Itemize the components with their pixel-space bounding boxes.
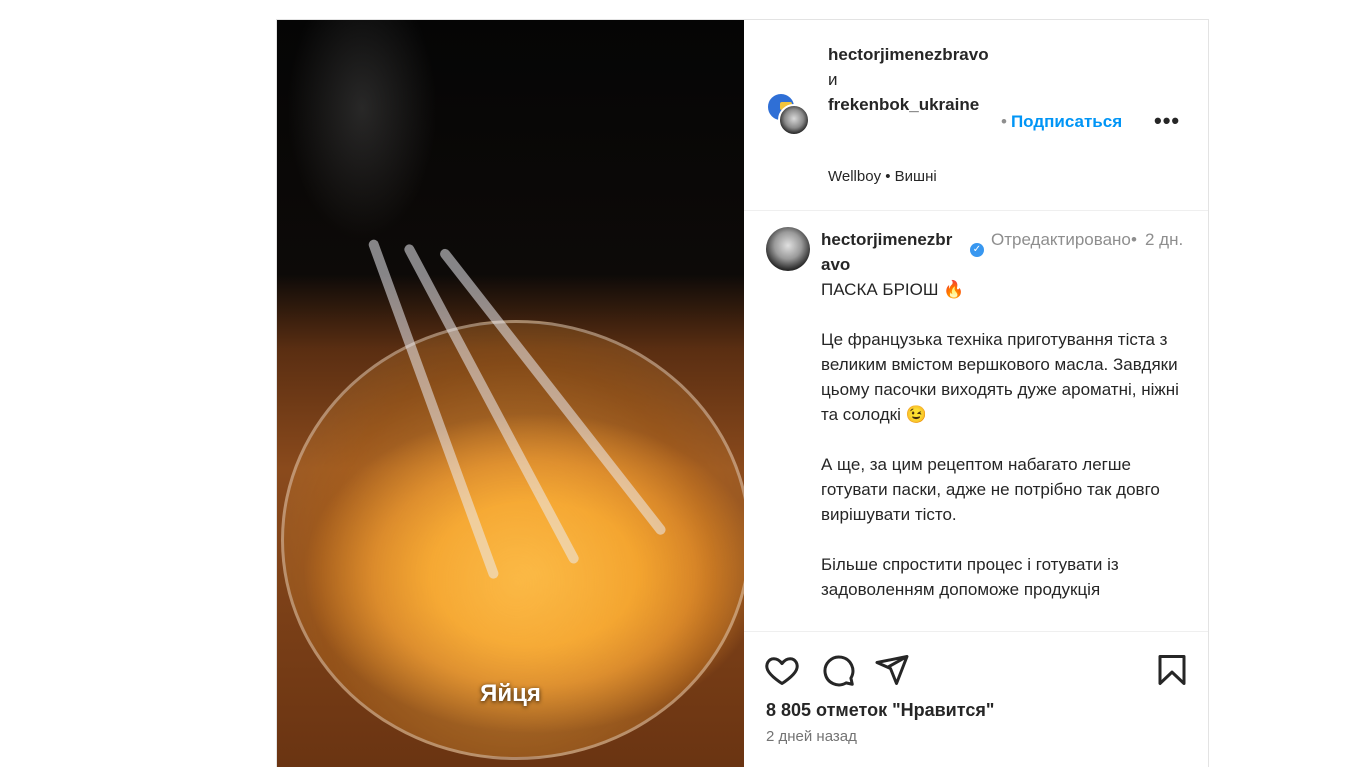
collab-names: hectorjimenezbravo и frekenbok_ukraine (828, 42, 998, 117)
comment-paragraph: Це французька техніка приготування тіста… (821, 330, 1179, 424)
edited-label: Отредактировано (991, 230, 1131, 249)
collab-avatars[interactable] (766, 92, 812, 138)
post-date[interactable]: 2 дней назад (766, 728, 857, 745)
video-caption: Яйця (480, 680, 541, 707)
audio-link[interactable]: Wellboy • Вишні (828, 168, 937, 185)
caption-comment: hectorjimenezbravo ✓ Отредактировано • 2… (744, 211, 1208, 631)
follow-button[interactable]: • Подписаться (1001, 112, 1122, 132)
comment-username[interactable]: hectorjimenezbravo (821, 227, 961, 277)
send-icon[interactable] (874, 652, 910, 688)
comment-icon[interactable] (820, 652, 856, 688)
heart-icon[interactable] (764, 652, 800, 688)
comment-text: ПАСКА БРІОШ 🔥 Це французька техніка приг… (821, 277, 1186, 627)
comment-paragraph: Більше спростити процес і готувати із за… (821, 555, 1119, 599)
post-header: hectorjimenezbravo и frekenbok_ukraine W… (744, 20, 1208, 211)
separator-dot: • (1001, 112, 1007, 131)
bookmark-icon[interactable] (1154, 652, 1190, 688)
more-options-button[interactable]: ••• (1154, 108, 1180, 134)
follow-label: Подписаться (1010, 112, 1123, 131)
avatar[interactable] (778, 104, 810, 136)
username-link[interactable]: hectorjimenezbravo (828, 42, 998, 67)
verified-badge-icon: ✓ (970, 243, 984, 257)
post-video[interactable]: Яйця (277, 20, 744, 767)
post-sidebar: hectorjimenezbravo и frekenbok_ukraine W… (744, 20, 1208, 767)
and-text: и (828, 70, 838, 89)
username-link[interactable]: frekenbok_ukraine (828, 92, 998, 117)
comment-time[interactable]: 2 дн. (1145, 227, 1185, 252)
steam-graphic (287, 20, 437, 240)
scroll-fade (744, 608, 1208, 632)
comment-paragraph: А ще, за цим рецептом набагато легше гот… (821, 455, 1160, 524)
likes-count[interactable]: 8 805 отметок "Нравится" (766, 700, 994, 721)
avatar[interactable] (766, 227, 810, 271)
separator-dot: • (1131, 230, 1137, 249)
post-dialog: Яйця hectorjimenezbravo и frekenbok_ukra… (276, 19, 1209, 767)
comment-title: ПАСКА БРІОШ 🔥 (821, 280, 965, 299)
post-actions: 8 805 отметок "Нравится" 2 дней назад (744, 631, 1208, 767)
